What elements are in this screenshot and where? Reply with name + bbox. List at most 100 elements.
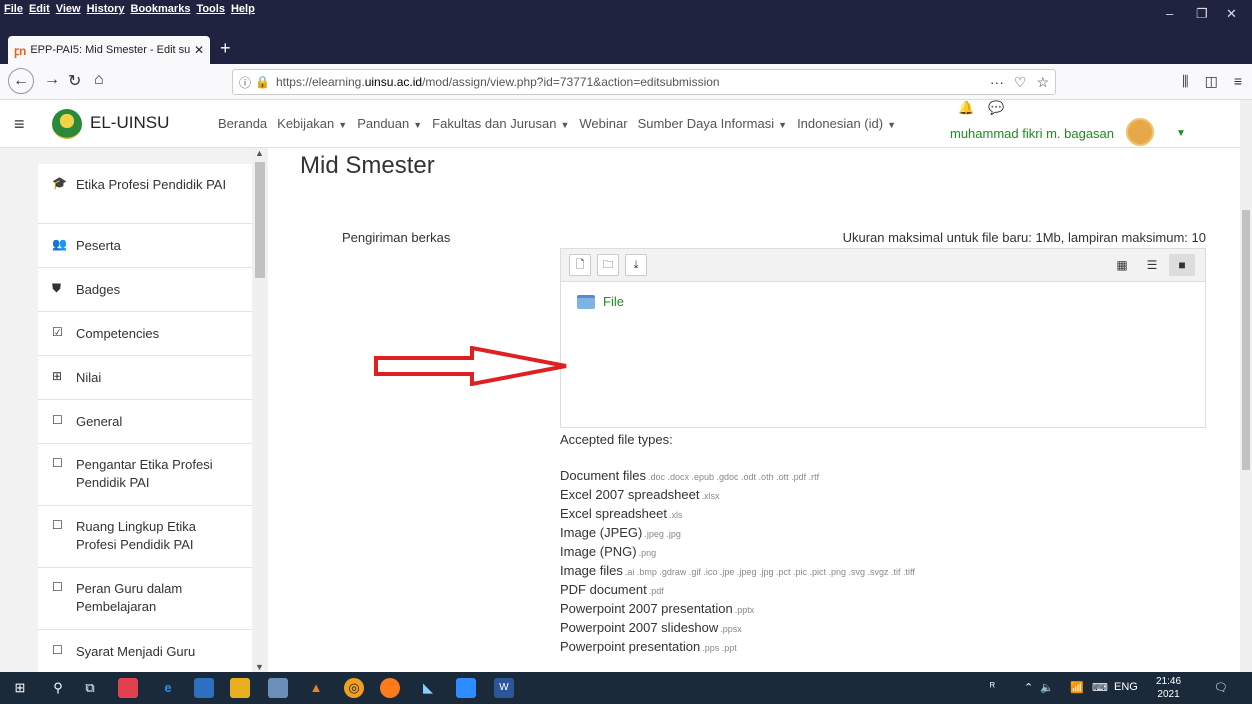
bookmark-star-icon[interactable]: ☆ — [1036, 74, 1049, 91]
firefox-icon[interactable] — [380, 678, 400, 698]
nav-item[interactable]: Fakultas dan Jurusan ▼ — [432, 116, 569, 131]
people-icon[interactable]: ᴿ — [990, 681, 995, 693]
lock-icon[interactable]: 🔒 — [255, 75, 270, 89]
drawer-toggle-icon[interactable]: ≡ — [14, 114, 25, 135]
red-arrow-annotation — [374, 346, 567, 386]
avatar[interactable] — [1126, 118, 1154, 146]
user-menu-caret-icon[interactable]: ▼ — [1176, 128, 1186, 139]
page-scrollbar[interactable] — [1240, 100, 1252, 672]
drawer-item[interactable]: ☐ General — [38, 400, 252, 444]
scroll-down-icon[interactable]: ▼ — [255, 662, 264, 672]
menu-bookmarks[interactable]: Bookmarks — [131, 3, 191, 15]
volume-icon[interactable]: 🔈 — [1040, 681, 1054, 694]
task-view-icon[interactable]: ⧉ — [80, 678, 100, 698]
word-icon[interactable]: W — [494, 678, 514, 698]
page-actions-icon[interactable]: ··· — [990, 74, 1004, 91]
reload-button[interactable]: ↻ — [68, 71, 81, 91]
app-icon[interactable]: ◎ — [344, 678, 364, 698]
tray-chevron-icon[interactable]: ⌃ — [1024, 681, 1033, 694]
site-logo[interactable] — [52, 109, 82, 139]
page-scroll-thumb[interactable] — [1242, 210, 1250, 470]
drawer-item[interactable]: ☐ Ruang Lingkup Etika Profesi Pendidik PA… — [38, 506, 252, 568]
app-icon[interactable]: ◣ — [418, 678, 438, 698]
notification-bell-icon[interactable]: 🔔 — [958, 100, 974, 116]
drawer-item[interactable]: 🎓 Etika Profesi Pendidik PAI — [38, 164, 252, 224]
site-brand[interactable]: EL-UINSU — [90, 113, 169, 133]
search-icon[interactable]: ⚲ — [48, 678, 68, 698]
create-folder-icon[interactable]: 🗀 — [597, 254, 619, 276]
messages-icon[interactable]: 💬 — [988, 100, 1004, 116]
tab-close-button[interactable]: ✕ — [194, 43, 204, 57]
forward-button[interactable]: → — [44, 71, 60, 89]
tab-active[interactable]: ꝼn EPP-PAI5: Mid Smester - Edit su ✕ — [8, 36, 210, 64]
grid-view-icon[interactable]: ▦ — [1109, 254, 1135, 276]
menu-file[interactable]: File — [4, 3, 23, 15]
pocket-icon[interactable]: ♡ — [1014, 74, 1027, 91]
add-file-icon[interactable]: 🗋 — [569, 254, 591, 276]
minimize-button[interactable]: – — [1166, 6, 1173, 21]
scroll-up-icon[interactable]: ▲ — [255, 148, 264, 158]
keyboard-icon[interactable]: ⌨ — [1092, 681, 1108, 694]
back-button[interactable]: ← — [8, 68, 34, 94]
user-name[interactable]: muhammad fikri m. bagasan — [950, 126, 1114, 141]
zoom-icon[interactable] — [456, 678, 476, 698]
hamburger-menu-icon[interactable]: ≡ — [1234, 73, 1242, 90]
home-button[interactable]: ⌂ — [94, 71, 104, 89]
folder-icon — [577, 294, 595, 309]
menu-help[interactable]: Help — [231, 3, 255, 15]
drawer-item[interactable]: 👥 Peserta — [38, 224, 252, 268]
drawer-item[interactable]: ⛊ Badges — [38, 268, 252, 312]
menu-edit[interactable]: Edit — [29, 3, 50, 15]
tree-view-icon[interactable]: ■ — [1169, 254, 1195, 276]
file-drop-area[interactable]: File — [560, 282, 1206, 428]
edge-icon[interactable]: e — [158, 678, 178, 698]
sidebar-icon[interactable]: ◫ — [1205, 73, 1218, 90]
menu-tools[interactable]: Tools — [196, 3, 225, 15]
nav-item[interactable]: Beranda — [218, 116, 267, 131]
language-indicator[interactable]: ENG — [1114, 681, 1138, 693]
menu-view[interactable]: View — [56, 3, 81, 15]
site-nav-menu: Beranda Kebijakan ▼ Panduan ▼ Fakultas dan Ju… — [218, 116, 896, 131]
file-explorer-icon[interactable] — [230, 678, 250, 698]
clock-date: 2021 — [1157, 689, 1180, 700]
library-icon[interactable]: ⫼ — [1182, 73, 1188, 90]
new-tab-button[interactable]: + — [220, 38, 231, 59]
drawer-item[interactable]: ⊞ Nilai — [38, 356, 252, 400]
folder-item[interactable]: File — [577, 294, 624, 309]
list-view-icon[interactable]: ☰ — [1139, 254, 1165, 276]
nav-item[interactable]: Sumber Daya Informasi ▼ — [638, 116, 787, 131]
store-icon[interactable] — [194, 678, 214, 698]
nav-item[interactable]: Indonesian (id) ▼ — [797, 116, 896, 131]
drawer-item[interactable]: ☑ Competencies — [38, 312, 252, 356]
drawer-item-label: Syarat Menjadi Guru — [76, 644, 196, 659]
drawer-item[interactable]: ☐ Syarat Menjadi Guru — [38, 630, 252, 672]
nav-item[interactable]: Kebijakan ▼ — [277, 116, 347, 131]
close-window-button[interactable]: ✕ — [1226, 6, 1237, 22]
network-icon[interactable]: 📶 — [1070, 681, 1084, 694]
nav-item[interactable]: Webinar — [579, 116, 627, 131]
file-type-name: Powerpoint presentation — [560, 639, 701, 654]
tab-bar: ꝼn EPP-PAI5: Mid Smester - Edit su ✕ + — [0, 32, 1252, 64]
drawer-item-label: Ruang Lingkup Etika Profesi Pendidik PAI — [76, 519, 196, 552]
clock-time: 21:46 — [1156, 676, 1182, 687]
restore-button[interactable]: ❐ — [1196, 6, 1208, 22]
download-icon[interactable]: ⤓ — [625, 254, 647, 276]
drawer-item-label: Peserta — [76, 238, 121, 253]
vlc-icon[interactable]: ▲ — [306, 678, 326, 698]
app-icon[interactable] — [268, 678, 288, 698]
drawer-scrollbar[interactable]: ▲ ▼ — [252, 148, 268, 672]
file-type-extensions: .xls — [668, 510, 683, 520]
app-icon[interactable] — [118, 678, 138, 698]
nav-item[interactable]: Panduan ▼ — [357, 116, 422, 131]
clock[interactable]: 21:46 2021 — [1156, 675, 1181, 701]
address-bar[interactable]: ⓘ 🔒 https://elearning.uinsu.ac.id/mod/as… — [232, 69, 1056, 95]
folder-label: File — [603, 294, 624, 309]
notification-center-icon[interactable]: 🗨 — [1214, 681, 1228, 694]
windows-start-icon[interactable]: ⊞ — [10, 678, 30, 698]
info-icon[interactable]: ⓘ — [239, 74, 251, 91]
tab-title: EPP-PAI5: Mid Smester - Edit su — [30, 44, 190, 56]
drawer-item[interactable]: ☐ Pengantar Etika Profesi Pendidik PAI — [38, 444, 252, 506]
drawer-item[interactable]: ☐ Peran Guru dalam Pembelajaran — [38, 568, 252, 630]
drawer-scroll-thumb[interactable] — [255, 162, 265, 278]
menu-history[interactable]: History — [87, 3, 125, 15]
